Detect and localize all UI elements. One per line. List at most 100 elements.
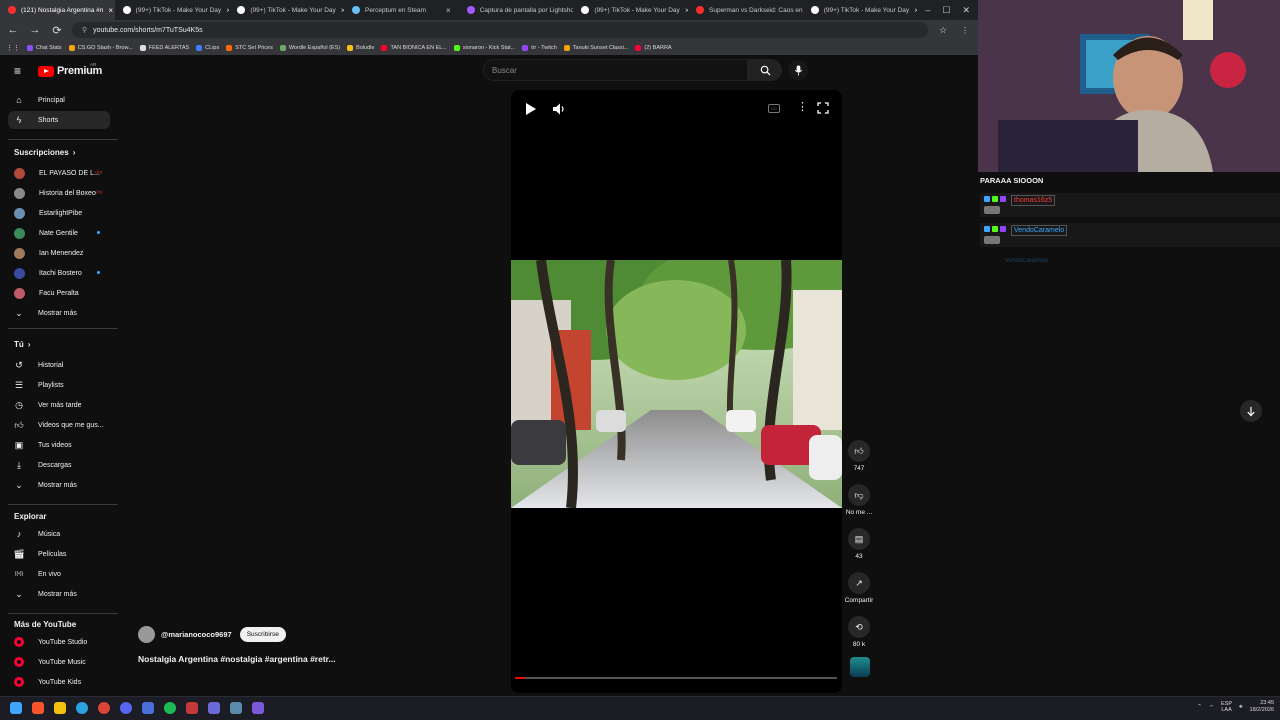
sidebar-item[interactable]: 👍︎ Videos que me gus... [8, 416, 110, 434]
video-progress-bar[interactable] [515, 677, 837, 679]
short-title[interactable]: Nostalgia Argentina #nostalgia #argentin… [138, 654, 336, 664]
reload-icon[interactable]: ⟳ [50, 24, 64, 37]
share-icon[interactable]: ↗ [848, 572, 870, 594]
more-options-icon[interactable]: ⋮ [797, 102, 808, 113]
comments-icon[interactable]: ▤ [848, 528, 870, 550]
speaker-icon[interactable]: 🔊︎ [1239, 704, 1242, 711]
brave-browser-icon[interactable] [32, 702, 44, 714]
bookmark-item[interactable]: CS:GO Stash - Brow... [68, 44, 133, 51]
tab-close-icon[interactable]: × [108, 6, 113, 15]
maximize-icon[interactable]: ☐ [942, 5, 950, 16]
vpn-app-icon[interactable] [208, 702, 220, 714]
sidebar-item[interactable]: ◷ Ver más tarde [8, 396, 110, 414]
bookmark-item[interactable]: Boludle [347, 44, 374, 51]
spotify-icon[interactable] [164, 702, 176, 714]
sidebar-item[interactable]: YouTube Music [8, 653, 110, 671]
sidebar-item[interactable]: ↺ Historial [8, 356, 110, 374]
sidebar-item[interactable]: ⌂ Principal [8, 91, 110, 109]
browser-tab[interactable]: (99+) TikTok - Make Your Day × [115, 0, 229, 20]
volume-icon[interactable] [552, 102, 566, 116]
sidebar-item[interactable]: ϟ Shorts [8, 111, 110, 129]
search-input[interactable]: Buscar [483, 59, 748, 81]
chrome-icon[interactable] [98, 702, 110, 714]
sidebar-item[interactable]: Historia del Boxeo ((•)) [8, 184, 110, 202]
bookmark-item[interactable]: STC Set Prices [226, 44, 273, 51]
bookmark-item[interactable]: Wordle Español (ES) [279, 44, 340, 51]
bookmark-item[interactable]: (2) BARRA [635, 44, 672, 51]
sidebar-item[interactable]: ▣ Tus videos [8, 436, 110, 454]
steam-icon[interactable] [230, 702, 242, 714]
bookmark-item[interactable]: TAN BIONICA EN EL... [381, 44, 447, 51]
like-action[interactable]: 👍︎ 747 [843, 440, 875, 472]
windows-start-icon[interactable] [10, 702, 22, 714]
subscribe-button[interactable]: Suscribirse [239, 627, 286, 642]
browser-tab[interactable]: (121) Nostalgia Argentina #n × [0, 0, 115, 20]
play-icon[interactable] [525, 102, 537, 116]
minimize-icon[interactable]: – [925, 5, 930, 15]
sidebar-section-header[interactable]: Tú › [14, 340, 30, 349]
next-short-button[interactable] [1240, 400, 1262, 422]
sidebar-item[interactable]: Nate Gentile [8, 224, 110, 242]
channel-handle[interactable]: @marianococo9697 [161, 630, 232, 639]
sidebar-item[interactable]: EL PAYASO DE L... ((•)) [8, 164, 110, 182]
telegram-icon[interactable] [76, 702, 88, 714]
shorts-player[interactable]: CC ⋮ [511, 90, 842, 693]
obs-icon[interactable] [252, 702, 264, 714]
sidebar-section-header[interactable]: Suscripciones › [14, 148, 75, 157]
tray-expand-icon[interactable]: ⌃ [1197, 704, 1202, 710]
extensions-icon[interactable]: ⋮ [958, 26, 972, 35]
channel-avatar[interactable] [138, 626, 155, 643]
calendar-app-icon[interactable] [186, 702, 198, 714]
captions-icon[interactable]: CC [768, 104, 780, 113]
youtube-premium-logo[interactable]: Premium AR [38, 62, 102, 77]
share-action[interactable]: ↗ Compartir [843, 572, 875, 604]
sidebar-item[interactable]: ⤓ Descargas [8, 456, 110, 474]
browser-tab[interactable]: Superman vs Darkseid: Caos en la c× [688, 0, 803, 20]
sidebar-item[interactable]: ⌄ Mostrar más [8, 476, 110, 494]
sidebar-item[interactable]: YouTube Studio [8, 633, 110, 651]
bookmark-item[interactable]: FEED ALERTAS [139, 44, 189, 51]
monitor-app-icon[interactable] [142, 702, 154, 714]
sidebar-item[interactable]: ⌄ Mostrar más [8, 585, 110, 603]
sidebar-item[interactable]: Facu Peralta [8, 284, 110, 302]
remix-action[interactable]: ⟲ 80 k [843, 616, 875, 648]
sidebar-item[interactable]: ⌄ Mostrar más [8, 304, 110, 322]
apps-icon[interactable]: ⋮⋮ [6, 44, 20, 52]
sidebar-item[interactable]: ☰ Playlists [8, 376, 110, 394]
network-icon[interactable]: ⌔ [1209, 704, 1214, 711]
site-info-icon[interactable]: ⚲ [82, 26, 87, 34]
discord-icon[interactable] [120, 702, 132, 714]
hamburger-menu-icon[interactable]: ≡ [14, 65, 26, 77]
browser-tab[interactable]: Captura de pantalla por Lightshot× [459, 0, 573, 20]
sound-thumbnail[interactable] [850, 657, 870, 677]
like-icon[interactable]: 👍︎ [848, 440, 870, 462]
close-icon[interactable]: ✕ [962, 5, 970, 16]
sidebar-item[interactable]: 🎬︎ Películas [8, 545, 110, 563]
sidebar-item[interactable]: Itachi Bostero [8, 264, 110, 282]
bookmark-item[interactable]: trr - Twitch [522, 44, 557, 51]
tab-close-icon[interactable]: × [446, 6, 451, 15]
search-button[interactable] [748, 59, 782, 81]
dislike-icon[interactable]: 👎︎ [848, 484, 870, 506]
bookmark-star-icon[interactable]: ☆ [936, 25, 950, 36]
file-explorer-icon[interactable] [54, 702, 66, 714]
remix-icon[interactable]: ⟲ [848, 616, 870, 638]
bookmark-item[interactable]: CLips [196, 44, 219, 51]
sidebar-item[interactable]: Ian Menendez [8, 244, 110, 262]
forward-icon[interactable]: → [28, 24, 42, 36]
browser-tab[interactable]: (99+) TikTok - Make Your Day × [803, 0, 917, 20]
dislike-action[interactable]: 👎︎ No me ... [843, 484, 875, 516]
browser-tab[interactable]: (99+) TikTok - Make Your Day × [229, 0, 344, 20]
sidebar-section-header[interactable]: Explorar [14, 512, 46, 521]
fullscreen-icon[interactable] [817, 102, 829, 114]
bookmark-item[interactable]: Chat Stats [27, 44, 62, 51]
sidebar-item[interactable]: ♪ Música [8, 525, 110, 543]
browser-tab[interactable]: Perceptum en Steam × [344, 0, 459, 20]
sidebar-section-header[interactable]: Más de YouTube [14, 620, 76, 629]
input-language[interactable]: ESP LAA [1221, 701, 1232, 713]
voice-search-button[interactable] [788, 60, 808, 80]
bookmark-item[interactable]: Tanuki Sunset Classi... [563, 44, 628, 51]
sidebar-item[interactable]: ((•)) En vivo [8, 565, 110, 583]
comments-action[interactable]: ▤ 43 [843, 528, 875, 560]
sidebar-item[interactable]: YouTube Kids [8, 673, 110, 691]
